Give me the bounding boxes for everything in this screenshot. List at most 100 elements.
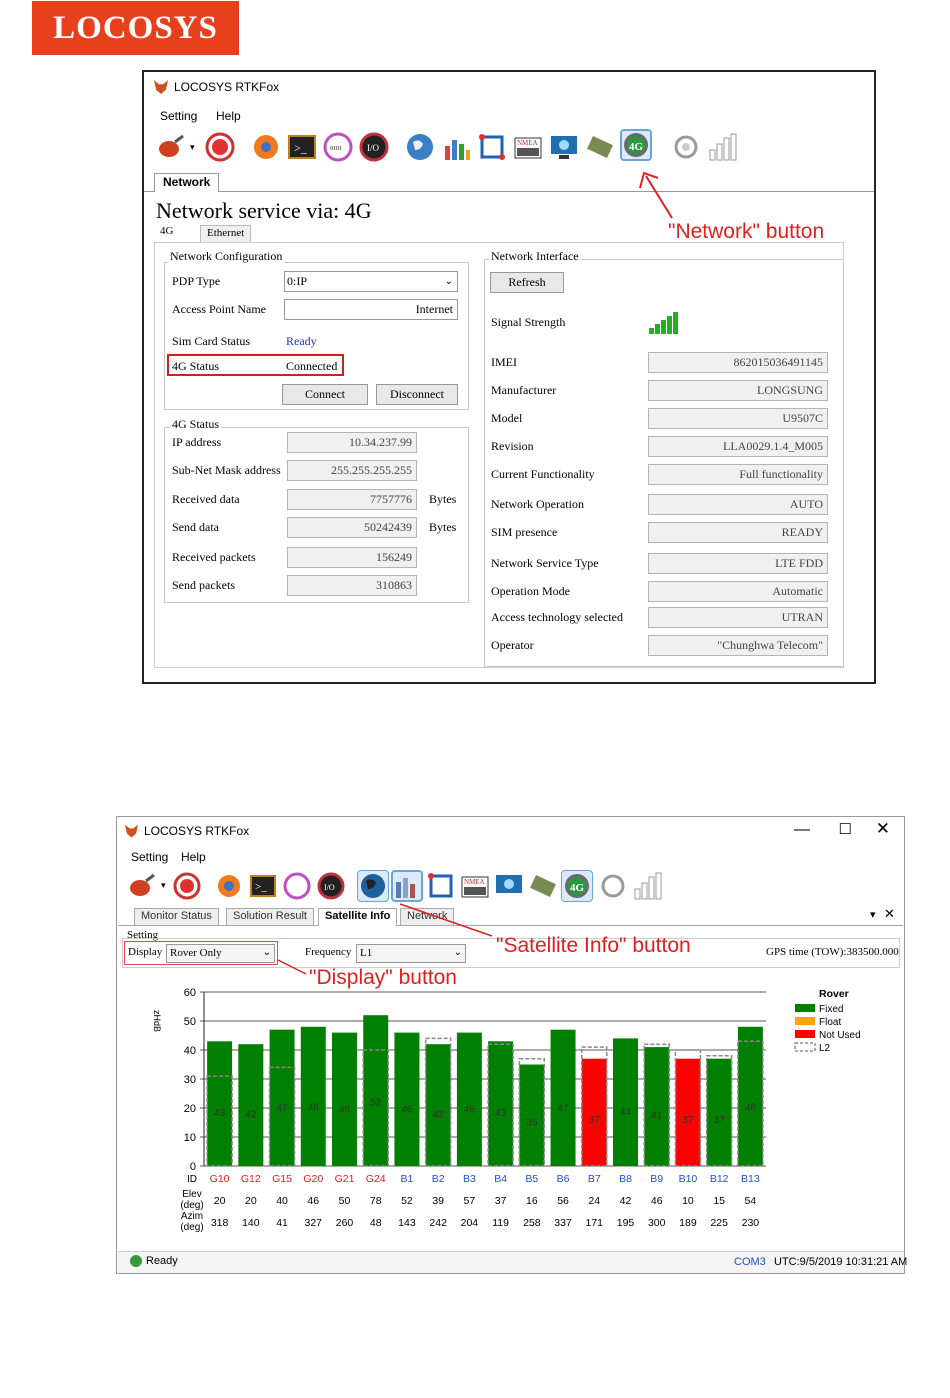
nmea-icon[interactable]: NMEA bbox=[459, 870, 491, 902]
connect-plug-icon[interactable] bbox=[125, 870, 157, 902]
azimuth-value: 300 bbox=[648, 1217, 666, 1229]
settings-gear-icon[interactable] bbox=[250, 131, 282, 163]
satellite-id-label: B2 bbox=[432, 1173, 445, 1185]
bar-b13 bbox=[737, 1026, 763, 1166]
menu-help[interactable]: Help bbox=[216, 109, 241, 123]
minimize-icon[interactable]: — bbox=[794, 821, 810, 839]
apn-input[interactable]: Internet bbox=[284, 299, 458, 320]
title-bar-2: LOCOSYS RTKFox bbox=[125, 824, 249, 838]
satellite-id-label: B13 bbox=[741, 1173, 760, 1185]
satellite-info-annotation: "Satellite Info" button bbox=[496, 934, 691, 957]
access-technology-selected-field: UTRAN bbox=[648, 607, 828, 628]
model-label: Model bbox=[491, 411, 523, 425]
io-icon[interactable]: I/O bbox=[358, 131, 390, 163]
satellite-cog-icon[interactable] bbox=[670, 131, 702, 163]
bar-g21 bbox=[332, 1032, 357, 1166]
azimuth-value: 318 bbox=[211, 1217, 229, 1229]
azimuth-value: 242 bbox=[429, 1217, 447, 1229]
current-functionality-label: Current Functionality bbox=[491, 467, 595, 481]
bar-value-label: 44 bbox=[620, 1107, 632, 1118]
subnet-mask-label: Sub-Net Mask address bbox=[172, 463, 281, 477]
signal-bar bbox=[673, 312, 678, 334]
subtab-4g[interactable]: 4G bbox=[160, 225, 173, 237]
board-icon[interactable] bbox=[527, 870, 559, 902]
io-icon[interactable]: I/O bbox=[315, 870, 347, 902]
tab-network[interactable]: Network bbox=[154, 173, 220, 192]
maximize-icon[interactable]: ☐ bbox=[839, 820, 852, 838]
connect-button[interactable]: Connect bbox=[282, 384, 368, 405]
satellite-id-label: B4 bbox=[494, 1173, 507, 1185]
nmea-icon[interactable]: NMEA bbox=[512, 131, 544, 163]
received-data-label: Received data bbox=[172, 492, 240, 506]
bar-value-label: 52 bbox=[370, 1098, 382, 1109]
satellite-cog-icon[interactable] bbox=[597, 870, 629, 902]
pdp-type-label: PDP Type bbox=[172, 274, 221, 288]
sim-status-label: Sim Card Status bbox=[172, 334, 251, 348]
connect-plug-icon[interactable] bbox=[154, 131, 186, 163]
settings-gear-icon[interactable] bbox=[213, 870, 245, 902]
bar-value-label: 43 bbox=[214, 1108, 226, 1119]
elevation-value: 42 bbox=[620, 1195, 632, 1207]
azimuth-value: 204 bbox=[461, 1217, 479, 1229]
page-title: Network service via: 4G bbox=[156, 198, 372, 223]
menu-help-2[interactable]: Help bbox=[181, 850, 206, 864]
tab-close-icon[interactable]: ✕ bbox=[884, 906, 895, 922]
chevron-down-icon: ⌄ bbox=[444, 276, 453, 287]
received-packets-label: Received packets bbox=[172, 550, 256, 564]
y-tick-label: 20 bbox=[184, 1103, 196, 1115]
close-icon[interactable]: ✕ bbox=[876, 819, 890, 839]
bar-b2 bbox=[425, 1044, 451, 1166]
dropdown-arrow-icon[interactable]: ▾ bbox=[161, 880, 166, 891]
network-grid-icon[interactable] bbox=[476, 131, 508, 163]
subtab-ethernet[interactable]: Ethernet bbox=[200, 225, 252, 242]
signal-bar bbox=[649, 328, 654, 334]
bar-value-label: 37 bbox=[714, 1115, 726, 1126]
svg-text:0101: 0101 bbox=[330, 146, 342, 152]
signal-bars-icon[interactable] bbox=[706, 131, 738, 163]
bar-chart-icon[interactable] bbox=[440, 131, 472, 163]
network-4g-icon[interactable]: 4G bbox=[620, 129, 652, 161]
pdp-type-select[interactable]: 0:IP ⌄ bbox=[284, 271, 458, 292]
tab-dropdown-icon[interactable]: ▾ bbox=[870, 908, 876, 921]
bar-value-label: 48 bbox=[745, 1102, 757, 1113]
azimuth-value: 260 bbox=[336, 1217, 354, 1229]
bar-value-label: 41 bbox=[651, 1110, 663, 1121]
record-icon[interactable] bbox=[171, 870, 203, 902]
network-grid-icon[interactable] bbox=[425, 870, 457, 902]
satellite-id-label: B7 bbox=[588, 1173, 601, 1185]
menu-setting-2[interactable]: Setting bbox=[131, 850, 168, 864]
display-select[interactable]: Rover Only ⌄ bbox=[166, 944, 275, 963]
terminal-icon[interactable]: >_ bbox=[286, 131, 318, 163]
terminal-icon[interactable]: >_ bbox=[247, 870, 279, 902]
send-packets-field: 310863 bbox=[287, 575, 417, 596]
azimuth-value: 327 bbox=[305, 1217, 323, 1229]
record-icon[interactable] bbox=[204, 131, 236, 163]
svg-text:4G: 4G bbox=[629, 141, 644, 153]
tab-monitor-status[interactable]: Monitor Status bbox=[134, 908, 219, 925]
monitor-search-icon[interactable] bbox=[548, 131, 580, 163]
network-4g-icon[interactable]: 4G bbox=[561, 870, 593, 902]
binary-icon[interactable] bbox=[281, 870, 313, 902]
window-title-2: LOCOSYS RTKFox bbox=[144, 824, 250, 838]
satellite-id-label: G20 bbox=[303, 1173, 323, 1185]
bar-value-label: 43 bbox=[495, 1108, 507, 1119]
dropdown-arrow-icon[interactable]: ▾ bbox=[190, 142, 195, 153]
subnet-mask-field: 255.255.255.255 bbox=[287, 460, 417, 481]
bar-value-label: 37 bbox=[589, 1115, 601, 1126]
4g-status-title: 4G Status bbox=[170, 417, 222, 432]
azimuth-value: 41 bbox=[276, 1217, 288, 1229]
signal-bars-icon[interactable] bbox=[631, 870, 663, 902]
binary-icon[interactable]: 0101 bbox=[322, 131, 354, 163]
globe-icon[interactable] bbox=[357, 870, 389, 902]
bar-b3 bbox=[456, 1032, 482, 1166]
disconnect-button[interactable]: Disconnect bbox=[376, 384, 458, 405]
board-icon[interactable] bbox=[584, 131, 616, 163]
satellite-info-button[interactable] bbox=[391, 870, 423, 902]
monitor-search-icon[interactable] bbox=[493, 870, 525, 902]
operator-label: Operator bbox=[491, 638, 534, 652]
bar-g10 bbox=[207, 1041, 233, 1166]
globe-icon[interactable] bbox=[404, 131, 436, 163]
bar-value-label: 47 bbox=[557, 1103, 569, 1114]
refresh-button[interactable]: Refresh bbox=[490, 272, 564, 293]
menu-setting[interactable]: Setting bbox=[160, 109, 197, 123]
